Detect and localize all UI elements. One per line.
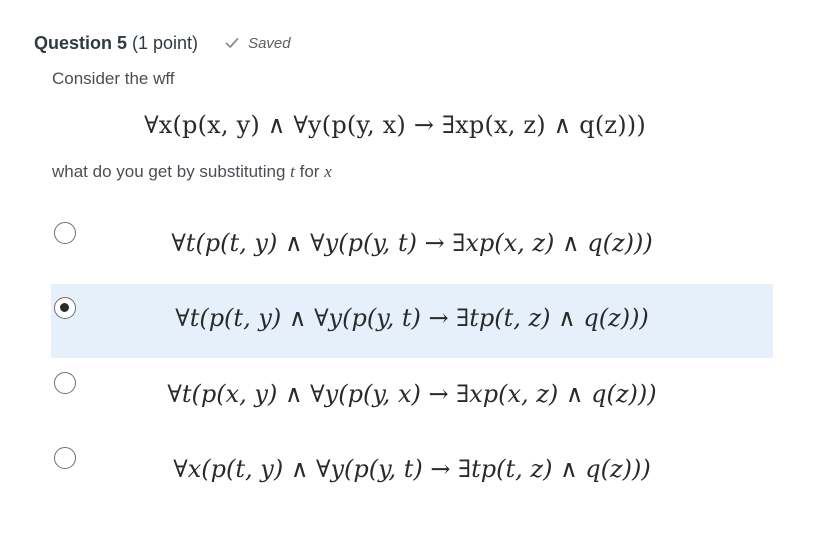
option-formula: ∀t(p(t, y) ∧ ∀y(p(y, t) → ∃xp(x, z) ∧ q(… xyxy=(171,229,653,257)
check-icon xyxy=(225,37,239,48)
saved-status: Saved xyxy=(224,35,291,52)
main-formula: ∀x(p(x, y) ∧ ∀y(p(y, x) → ∃xp(x, z) ∧ q(… xyxy=(144,111,646,139)
substitution-question: what do you get by substituting t for x xyxy=(52,162,332,182)
option-formula: ∀t(p(x, y) ∧ ∀y(p(y, x) → ∃xp(x, z) ∧ q(… xyxy=(167,380,657,408)
answer-option-2[interactable]: ∀t(p(t, y) ∧ ∀y(p(y, t) → ∃tp(t, z) ∧ q(… xyxy=(51,284,773,358)
question-prompt: Consider the wff xyxy=(52,69,175,88)
option-formula: ∀t(p(t, y) ∧ ∀y(p(y, t) → ∃tp(t, z) ∧ q(… xyxy=(175,304,649,332)
question-points: (1 point) xyxy=(132,32,199,53)
question-header: Question 5 (1 point) Saved xyxy=(34,32,291,54)
answer-option-1[interactable]: ∀t(p(t, y) ∧ ∀y(p(y, t) → ∃xp(x, z) ∧ q(… xyxy=(51,209,773,283)
subst-mid: for xyxy=(294,162,325,181)
subst-prefix: what do you get by substituting xyxy=(52,162,291,181)
answer-option-4[interactable]: ∀x(p(t, y) ∧ ∀y(p(y, t) → ∃tp(t, z) ∧ q(… xyxy=(51,434,773,508)
saved-label: Saved xyxy=(248,34,291,52)
answer-option-3[interactable]: ∀t(p(x, y) ∧ ∀y(p(y, x) → ∃xp(x, z) ∧ q(… xyxy=(51,359,773,433)
subst-var-old: x xyxy=(324,162,332,181)
question-title: Question 5 xyxy=(34,32,128,53)
option-formula: ∀x(p(t, y) ∧ ∀y(p(y, t) → ∃tp(t, z) ∧ q(… xyxy=(173,455,651,483)
